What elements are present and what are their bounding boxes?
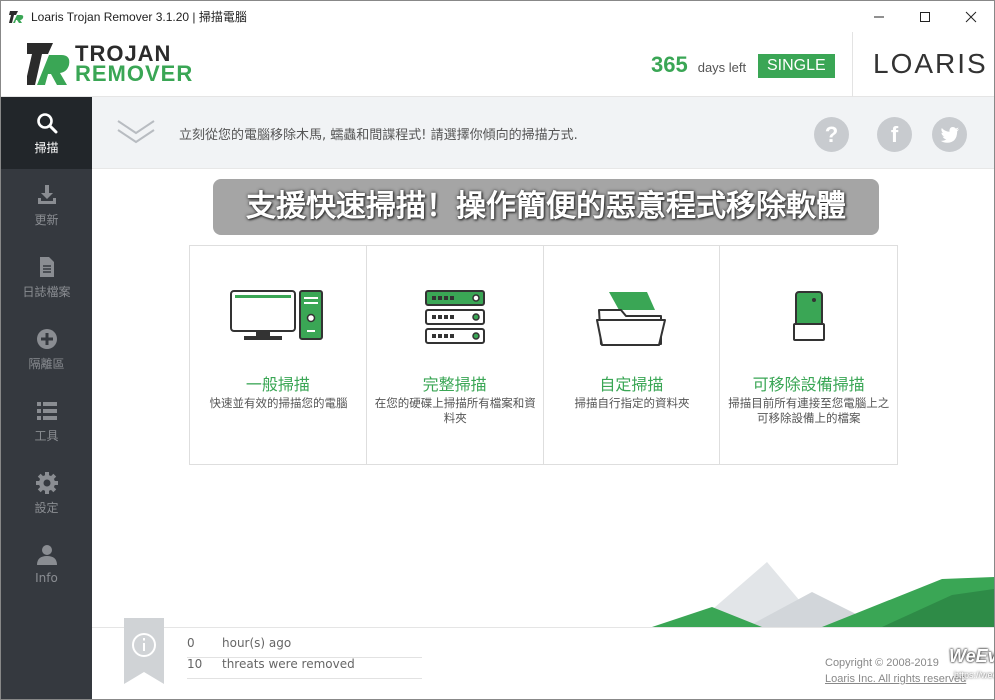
sidebar-item-logs[interactable]: 日誌檔案: [1, 241, 92, 313]
scan-option-desc: 快速並有效的掃描您的電腦: [209, 396, 348, 410]
days-left: 365 days left: [651, 52, 746, 78]
scan-option-title: 自定掃描: [599, 375, 664, 394]
sidebar-item-quarantine[interactable]: 隔離區: [1, 313, 92, 385]
facebook-icon: f: [890, 121, 899, 147]
sidebar-item-label: 掃描: [34, 141, 59, 155]
document-icon: [39, 257, 54, 277]
scan-option-title: 完整掃描: [422, 375, 487, 394]
sidebar-item-label: Info: [35, 571, 58, 585]
scan-option-custom[interactable]: 自定掃描 掃描自行指定的資料夾: [544, 246, 721, 464]
header-divider: [852, 32, 853, 97]
threats-label: threats were removed: [222, 657, 355, 671]
days-label: days left: [697, 60, 747, 75]
banner-message: 立刻從您的電腦移除木馬, 蠕蟲和間諜程式! 請選擇你傾向的掃描方式.: [179, 128, 578, 143]
chevron-down-icon: [117, 120, 155, 144]
stat-divider: [187, 678, 422, 679]
scan-option-quick[interactable]: 一般掃描 快速並有效的掃描您的電腦: [190, 246, 367, 464]
app-window: Loaris Trojan Remover 3.1.20 | 掃描電腦 TROJ…: [0, 0, 995, 700]
promo-overlay-title: 支援快速掃描！操作簡便的惡意程式移除軟體: [213, 179, 879, 235]
sidebar-item-label: 日誌檔案: [22, 285, 71, 299]
app-logo-icon: [9, 10, 24, 23]
sidebar-item-scan[interactable]: 掃描: [1, 97, 92, 169]
loaris-brand[interactable]: LOARIS: [873, 48, 988, 80]
copyright-line-2[interactable]: Loaris Inc. All rights reserved: [825, 673, 966, 685]
download-icon: [37, 185, 56, 204]
watermark-url: https://weevent.net/: [954, 670, 994, 680]
sidebar-item-label: 工具: [34, 429, 59, 443]
info-banner: 立刻從您的電腦移除木馬, 蠕蟲和間諜程式! 請選擇你傾向的掃描方式. ? f: [92, 97, 994, 169]
list-icon: [36, 402, 57, 420]
app-header: TROJAN REMOVER 365 days left SINGLE LOAR…: [1, 32, 994, 97]
trojan-remover-logo: TROJAN REMOVER: [27, 43, 193, 85]
scan-options: 一般掃描 快速並有效的掃描您的電腦 完整掃描 在您的硬碟上掃描所有檔案和資料夾 …: [189, 245, 898, 465]
copyright-line-1: Copyright © 2008-2019: [825, 657, 939, 669]
scan-option-title: 一般掃描: [245, 375, 310, 394]
search-icon: [36, 113, 57, 134]
sidebar-item-update[interactable]: 更新: [1, 169, 92, 241]
watermark: WeEvent: [949, 646, 994, 666]
folder-icon: [596, 292, 667, 346]
sidebar-item-label: 設定: [34, 501, 59, 515]
last-scan-label: hour(s) ago: [222, 636, 292, 650]
main-content: 立刻從您的電腦移除木馬, 蠕蟲和間諜程式! 請選擇你傾向的掃描方式. ? f 支…: [92, 97, 994, 699]
plus-circle-icon: [36, 329, 57, 349]
sidebar: 掃描 更新 日誌檔案 隔離區 工具 設定 Info: [1, 97, 92, 699]
scan-option-full[interactable]: 完整掃描 在您的硬碟上掃描所有檔案和資料夾: [367, 246, 544, 464]
sidebar-item-label: 隔離區: [28, 357, 65, 371]
usb-drive-icon: [792, 291, 825, 341]
sidebar-item-settings[interactable]: 設定: [1, 457, 92, 529]
computer-icon: [229, 290, 323, 340]
scan-option-desc: 在您的硬碟上掃描所有檔案和資料夾: [374, 396, 536, 425]
help-button[interactable]: ?: [814, 117, 849, 152]
minimize-button[interactable]: [856, 1, 902, 32]
scan-option-removable[interactable]: 可移除設備掃描 掃描目前所有連接至您電腦上之可移除設備上的檔案: [720, 246, 897, 464]
user-icon: [36, 545, 57, 565]
window-title: Loaris Trojan Remover 3.1.20 | 掃描電腦: [31, 10, 247, 24]
close-icon: [965, 11, 977, 22]
maximize-button[interactable]: [902, 1, 948, 32]
info-icon: [124, 618, 164, 684]
sidebar-item-tools[interactable]: 工具: [1, 385, 92, 457]
last-scan-value: 0: [187, 636, 195, 650]
title-bar: Loaris Trojan Remover 3.1.20 | 掃描電腦: [1, 1, 994, 32]
days-count: 365: [651, 52, 688, 77]
sidebar-item-info[interactable]: Info: [1, 529, 92, 601]
gear-icon: [35, 472, 58, 494]
facebook-button[interactable]: f: [877, 117, 912, 152]
footer: 0 hour(s) ago 10 threats were removed Co…: [92, 618, 994, 699]
decorative-mountains: [652, 562, 994, 627]
threats-removed-stat: 10 threats were removed: [187, 657, 355, 671]
server-icon: [424, 290, 485, 344]
sidebar-item-label: 更新: [34, 213, 59, 227]
maximize-icon: [920, 11, 930, 22]
close-button[interactable]: [948, 1, 994, 32]
tr-logo-icon: [27, 43, 70, 85]
scan-option-desc: 掃描目前所有連接至您電腦上之可移除設備上的檔案: [728, 396, 890, 425]
help-icon: ?: [824, 121, 839, 147]
license-badge[interactable]: SINGLE: [758, 54, 835, 78]
threats-value: 10: [187, 657, 203, 671]
scan-option-desc: 掃描自行指定的資料夾: [574, 396, 690, 410]
last-scan-stat: 0 hour(s) ago: [187, 636, 291, 650]
scan-option-title: 可移除設備掃描: [752, 375, 865, 394]
twitter-button[interactable]: [932, 117, 967, 152]
minimize-icon: [874, 16, 884, 17]
twitter-icon: [940, 126, 959, 143]
logo-line-2: REMOVER: [75, 61, 194, 86]
